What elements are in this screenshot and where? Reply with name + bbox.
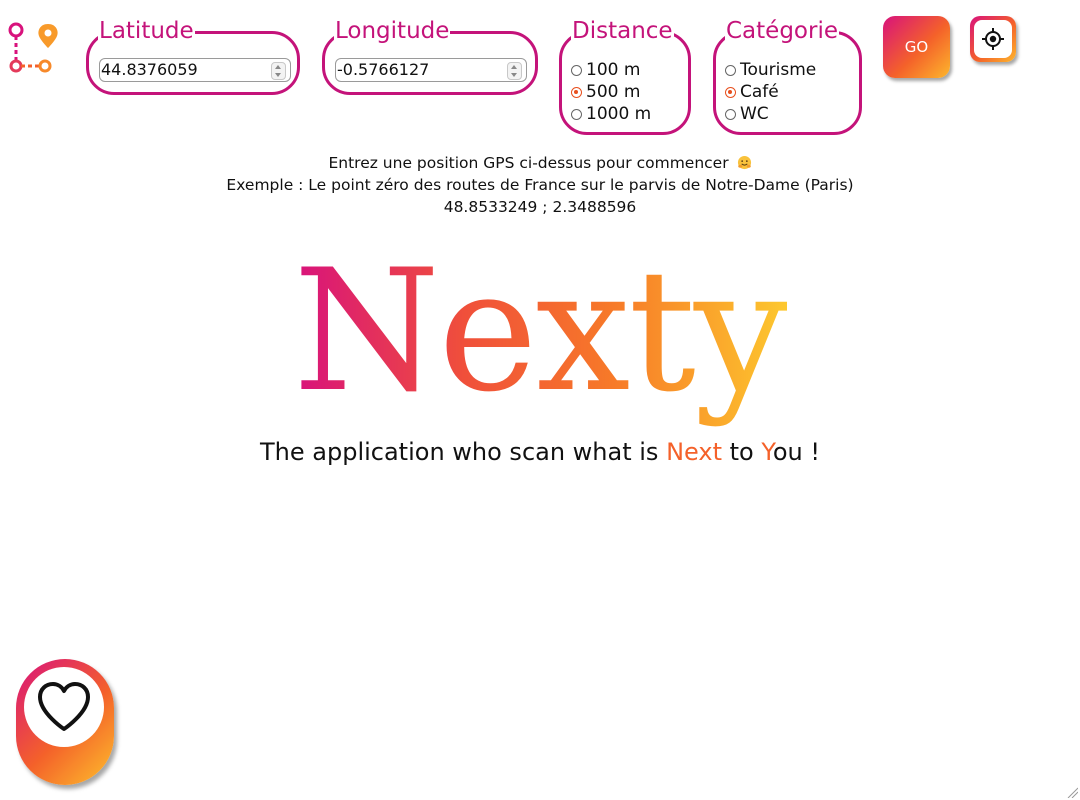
brand-logo-text: Nexty [0,236,1080,426]
brand-name: Nexty [293,233,789,429]
latitude-input[interactable]: 44.8376059 [99,58,291,82]
latitude-fieldset: Latitude 44.8376059 [86,18,300,95]
tagline-you-letter: Y [761,438,773,466]
tagline-next: Next [666,438,722,466]
instruction-text: Entrez une position GPS ci-dessus pour c… [328,154,729,172]
instruction-line-2: Exemple : Le point zéro des routes de Fr… [226,176,854,194]
category-option-label: Café [740,82,779,102]
longitude-spinner-icon[interactable] [507,62,522,80]
instructions: Entrez une position GPS ci-dessus pour c… [0,152,1080,218]
category-option-label: Tourisme [740,60,817,80]
category-option-tourisme[interactable]: Tourisme [725,59,816,81]
locate-button[interactable] [970,16,1016,62]
distance-fieldset: Distance 100 m 500 m 1000 m [559,18,691,135]
favorites-button-inner[interactable] [24,667,104,747]
crosshair-icon [982,28,1004,50]
distance-option-100[interactable]: 100 m [571,59,640,81]
locate-button-inner[interactable] [974,20,1012,58]
longitude-value: -0.5766127 [337,60,430,79]
distance-option-label: 500 m [586,82,641,102]
go-button[interactable]: GO [883,16,950,78]
distance-option-label: 100 m [586,60,641,80]
route-pins-icon [6,22,60,74]
longitude-fieldset: Longitude -0.5766127 [322,18,538,95]
hugging-face-icon [737,155,751,170]
radio-1000-icon[interactable] [571,108,582,120]
category-legend: Catégorie [725,18,839,44]
category-fieldset: Catégorie Tourisme Café WC [713,18,862,135]
heart-icon [38,682,90,731]
distance-option-1000[interactable]: 1000 m [571,103,651,125]
latitude-value: 44.8376059 [101,60,198,79]
radio-wc-icon[interactable] [725,108,736,120]
radio-100-icon[interactable] [571,64,582,76]
distance-legend: Distance [571,18,674,44]
favorites-button[interactable] [16,659,114,785]
longitude-input[interactable]: -0.5766127 [335,58,527,82]
distance-option-500[interactable]: 500 m [571,81,640,103]
longitude-legend: Longitude [334,18,451,44]
instruction-line-3: 48.8533249 ; 2.3488596 [443,198,637,216]
category-option-label: WC [740,104,769,124]
instruction-line-1: Entrez une position GPS ci-dessus pour c… [0,152,1080,174]
tagline: The application who scan what is Next to… [0,436,1080,468]
category-option-cafe[interactable]: Café [725,81,779,103]
tagline-part: ou ! [772,438,820,466]
radio-tourisme-icon[interactable] [725,64,736,76]
latitude-spinner-icon[interactable] [271,62,286,80]
distance-option-label: 1000 m [586,104,652,124]
radio-500-icon[interactable] [571,86,582,98]
tagline-part: The application who scan what is [260,438,667,466]
resize-grip-icon[interactable] [1066,786,1078,798]
category-option-wc[interactable]: WC [725,103,769,125]
tagline-part: to [722,438,762,466]
latitude-legend: Latitude [98,18,195,44]
radio-cafe-icon[interactable] [725,86,736,98]
